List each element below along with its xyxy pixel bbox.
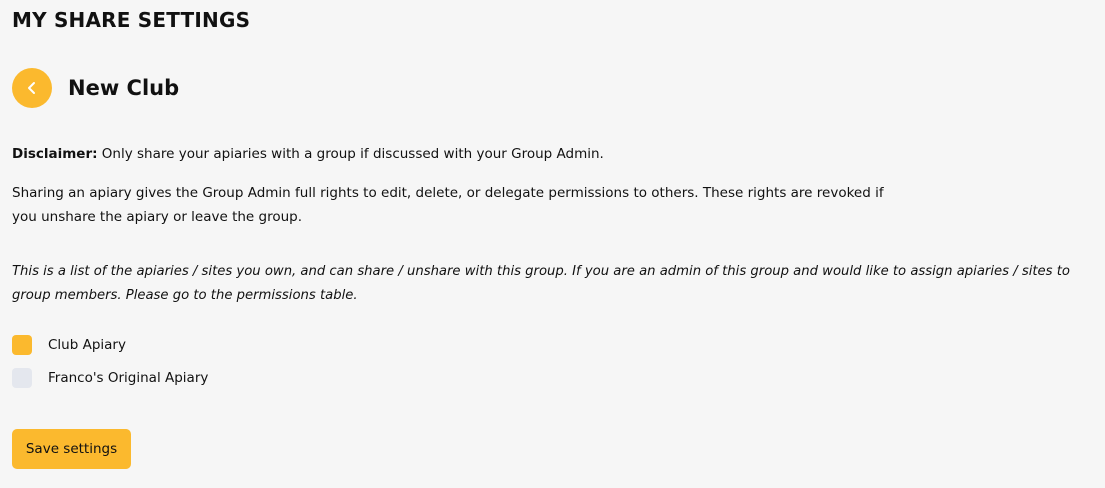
disclaimer-label: Disclaimer: bbox=[12, 146, 98, 162]
group-name: New Club bbox=[68, 76, 180, 100]
apiary-checkbox[interactable] bbox=[12, 335, 32, 355]
save-settings-button[interactable]: Save settings bbox=[12, 429, 131, 469]
apiary-list: Club Apiary Franco's Original Apiary bbox=[12, 333, 208, 399]
apiary-item-club-apiary[interactable]: Club Apiary bbox=[12, 333, 208, 357]
apiary-item-francos-original-apiary[interactable]: Franco's Original Apiary bbox=[12, 366, 208, 390]
disclaimer: Disclaimer: Only share your apiaries wit… bbox=[12, 142, 604, 166]
chevron-left-icon bbox=[28, 82, 35, 94]
group-header: New Club bbox=[12, 68, 179, 108]
rights-text: Sharing an apiary gives the Group Admin … bbox=[12, 185, 884, 225]
apiary-label: Franco's Original Apiary bbox=[48, 370, 209, 386]
disclaimer-text: Only share your apiaries with a group if… bbox=[97, 146, 604, 162]
apiary-checkbox[interactable] bbox=[12, 368, 32, 388]
back-button[interactable] bbox=[12, 68, 52, 108]
apiary-label: Club Apiary bbox=[48, 337, 126, 353]
intro-text: This is a list of the apiaries / sites y… bbox=[12, 264, 1070, 303]
page-title: MY SHARE SETTINGS bbox=[12, 8, 251, 32]
